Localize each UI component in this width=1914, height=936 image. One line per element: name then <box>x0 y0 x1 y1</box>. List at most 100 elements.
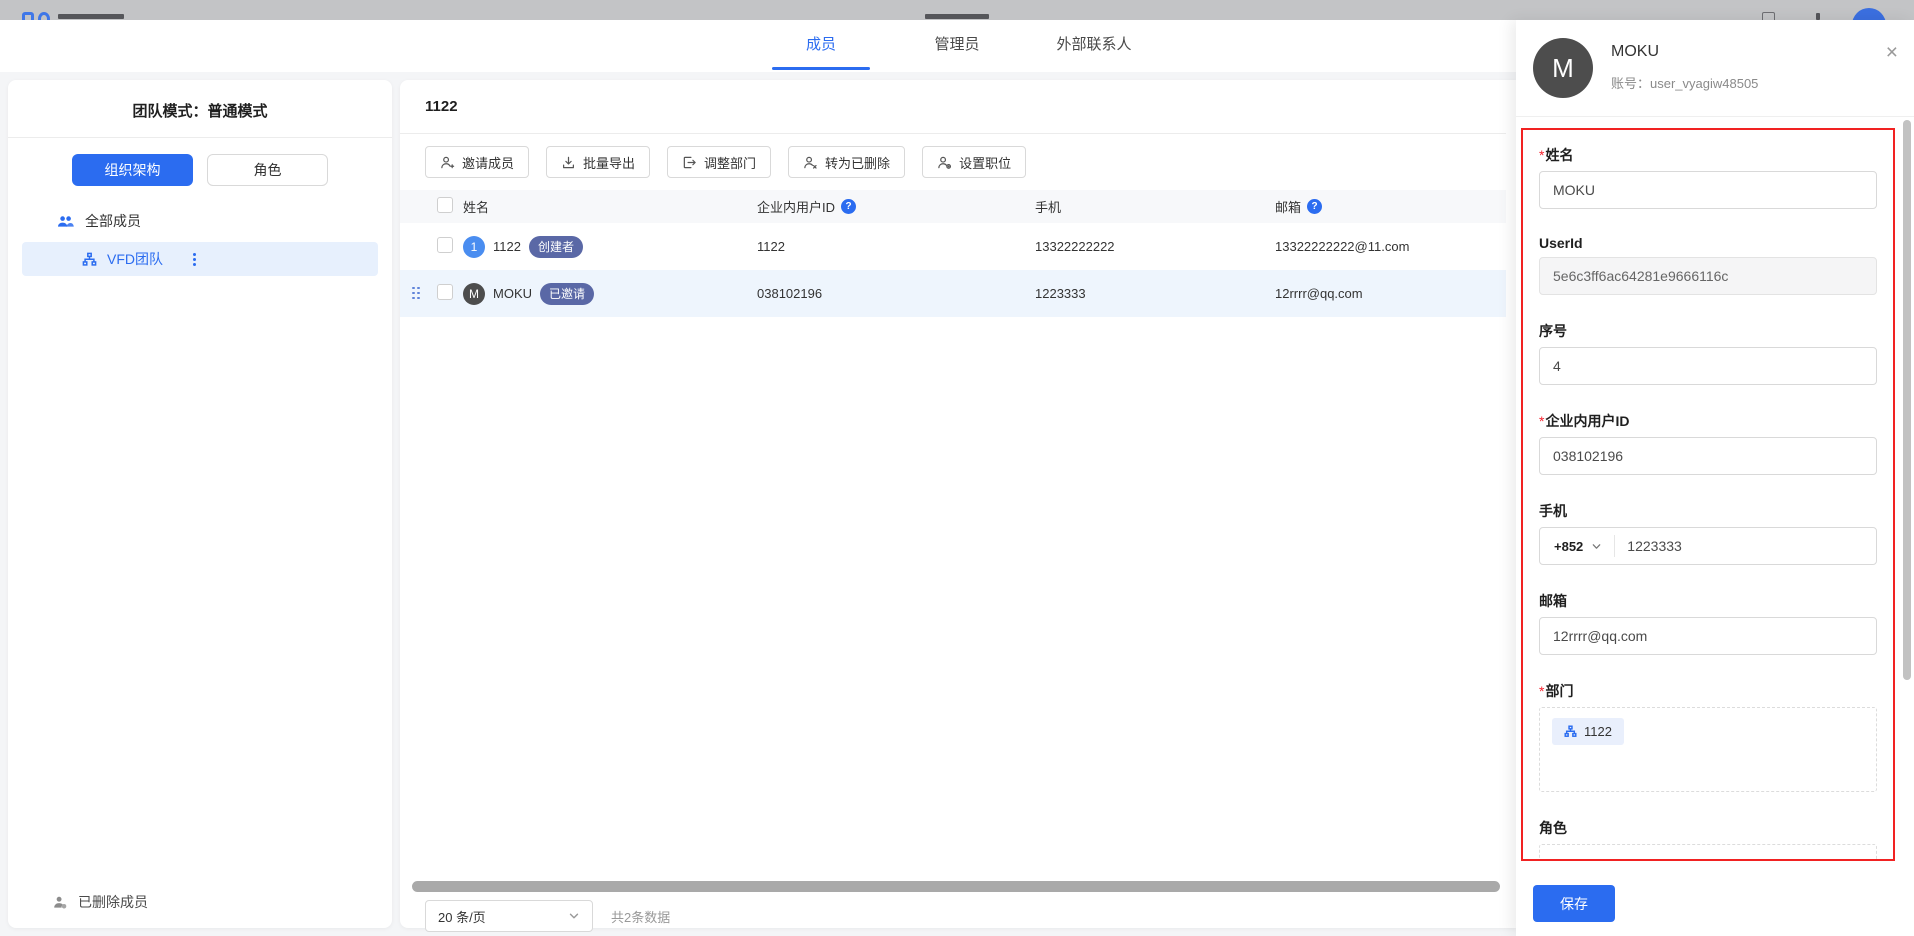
save-button[interactable]: 保存 <box>1533 885 1615 922</box>
required-mark: * <box>1539 147 1544 163</box>
invite-member-button[interactable]: 邀请成员 <box>425 146 529 178</box>
user-avatar[interactable] <box>1852 8 1886 20</box>
field-label-role: 角色 <box>1539 818 1877 838</box>
field-label-dept: *部门 <box>1539 681 1877 701</box>
app-logo-icon <box>22 12 52 20</box>
page-size-select[interactable]: 20 条/页 <box>425 900 593 932</box>
label-text: 序号 <box>1539 323 1567 339</box>
label-text: 部门 <box>1545 683 1573 699</box>
button-label: 调整部门 <box>704 153 756 172</box>
horizontal-scrollbar[interactable] <box>412 881 1500 892</box>
row-checkbox[interactable] <box>437 237 453 253</box>
topbar-text-fragment <box>925 14 989 19</box>
org-structure-button[interactable]: 组织架构 <box>72 154 193 186</box>
invited-badge: 已邀请 <box>540 283 594 305</box>
country-code-select[interactable]: +852 <box>1540 539 1614 554</box>
pagination: 20 条/页 共2条数据 <box>425 900 670 932</box>
department-title: 1122 <box>425 98 458 115</box>
member-phone: 1223333 <box>1035 286 1275 301</box>
table-row[interactable]: 1 1122 创建者 1122 13322222222 13322222222@… <box>400 223 1506 270</box>
person-delete-icon <box>53 895 68 910</box>
tree-item-vfd-team[interactable]: VFD团队 <box>22 242 378 276</box>
topbar-window-icon[interactable] <box>1762 12 1775 20</box>
corp-user-id-input[interactable] <box>1539 437 1877 475</box>
member-name: MOKU <box>493 286 532 301</box>
field-label-seq: 序号 <box>1539 321 1877 341</box>
person-plus-icon <box>440 155 455 170</box>
table-header-row: 姓名 企业内用户ID ? 手机 邮箱 ? <box>400 190 1506 223</box>
field-label-corp-id: *企业内用户ID <box>1539 411 1877 431</box>
set-position-button[interactable]: 设置职位 <box>922 146 1026 178</box>
org-sidebar: 团队模式：普通模式 组织架构 角色 全部成员 <box>8 80 392 928</box>
tab-admins[interactable]: 管理员 <box>934 20 979 72</box>
table-row-selected[interactable]: M MOKU 已邀请 038102196 1223333 12rrrr@qq.c… <box>400 270 1506 317</box>
vertical-scrollbar[interactable] <box>1903 120 1911 680</box>
department-tag[interactable]: 1122 <box>1552 718 1624 745</box>
role-picker[interactable]: + 点击选择角色 <box>1539 844 1877 861</box>
title-divider <box>400 133 1506 134</box>
member-user-id: 1122 <box>757 239 1035 254</box>
label-text: 企业内用户ID <box>1545 413 1629 429</box>
label-text: 手机 <box>1539 503 1567 519</box>
help-icon[interactable]: ? <box>1307 199 1322 214</box>
member-user-id: 038102196 <box>757 286 1035 301</box>
member-avatar: M <box>463 283 485 305</box>
button-label: 批量导出 <box>583 153 635 172</box>
drag-handle-icon[interactable] <box>412 287 421 301</box>
row-checkbox[interactable] <box>437 284 453 300</box>
batch-export-button[interactable]: 批量导出 <box>546 146 650 178</box>
deleted-members-link[interactable]: 已删除成员 <box>53 892 148 912</box>
member-toolbar: 邀请成员 批量导出 调整部门 转为已删除 <box>425 146 1026 178</box>
header-user-id: 企业内用户ID <box>757 197 835 216</box>
member-name: 1122 <box>493 239 521 254</box>
chevron-down-icon <box>1591 541 1602 552</box>
phone-number-input[interactable] <box>1615 528 1876 564</box>
name-input[interactable] <box>1539 171 1877 209</box>
field-label-name: *姓名 <box>1539 145 1877 165</box>
tree-item-label: VFD团队 <box>107 249 163 269</box>
select-all-checkbox[interactable] <box>437 197 453 213</box>
help-icon[interactable]: ? <box>841 199 856 214</box>
header-email: 邮箱 <box>1275 197 1301 216</box>
label-text: 姓名 <box>1545 147 1573 163</box>
required-mark: * <box>1539 683 1544 699</box>
phone-field: +852 <box>1539 527 1877 565</box>
department-tag-label: 1122 <box>1584 724 1612 739</box>
tab-members[interactable]: 成员 <box>806 20 836 72</box>
team-mode-title: 团队模式：普通模式 <box>8 80 392 121</box>
field-label-email: 邮箱 <box>1539 591 1877 611</box>
creator-badge: 创建者 <box>529 236 583 258</box>
header-phone: 手机 <box>1035 197 1275 216</box>
tab-external-contacts[interactable]: 外部联系人 <box>1056 20 1131 72</box>
members-table: 姓名 企业内用户ID ? 手机 邮箱 ? 1 1122 创建者 1122 133… <box>400 190 1506 317</box>
sequence-input[interactable] <box>1539 347 1877 385</box>
top-window-bar <box>0 0 1914 20</box>
member-detail-name: MOKU <box>1611 43 1659 61</box>
label-text: 角色 <box>1539 820 1567 836</box>
adjust-department-button[interactable]: 调整部门 <box>667 146 771 178</box>
header-name: 姓名 <box>463 197 757 216</box>
person-x-icon <box>803 155 818 170</box>
topbar-menu-icon[interactable] <box>1816 13 1820 20</box>
box-arrow-icon <box>682 155 697 170</box>
roles-button[interactable]: 角色 <box>207 154 328 186</box>
country-code-value: +852 <box>1554 539 1583 554</box>
panel-divider <box>1516 116 1914 117</box>
member-phone: 13322222222 <box>1035 239 1275 254</box>
org-apartment-icon <box>82 252 97 267</box>
org-tree: 全部成员 VFD团队 <box>8 204 392 276</box>
org-apartment-icon <box>1564 725 1577 738</box>
more-options-icon[interactable] <box>193 253 196 266</box>
department-picker[interactable]: 1122 <box>1539 707 1877 792</box>
move-to-deleted-button[interactable]: 转为已删除 <box>788 146 905 178</box>
close-icon[interactable]: × <box>1886 42 1898 63</box>
button-label: 设置职位 <box>959 153 1011 172</box>
tree-item-all-members[interactable]: 全部成员 <box>8 204 392 238</box>
sidebar-divider <box>8 137 392 138</box>
members-content: 1122 邀请成员 批量导出 调整部门 <box>400 80 1516 928</box>
person-gear-icon <box>937 155 952 170</box>
required-mark: * <box>1539 413 1544 429</box>
email-input[interactable] <box>1539 617 1877 655</box>
member-avatar: 1 <box>463 236 485 258</box>
field-label-userid: UserId <box>1539 235 1877 251</box>
